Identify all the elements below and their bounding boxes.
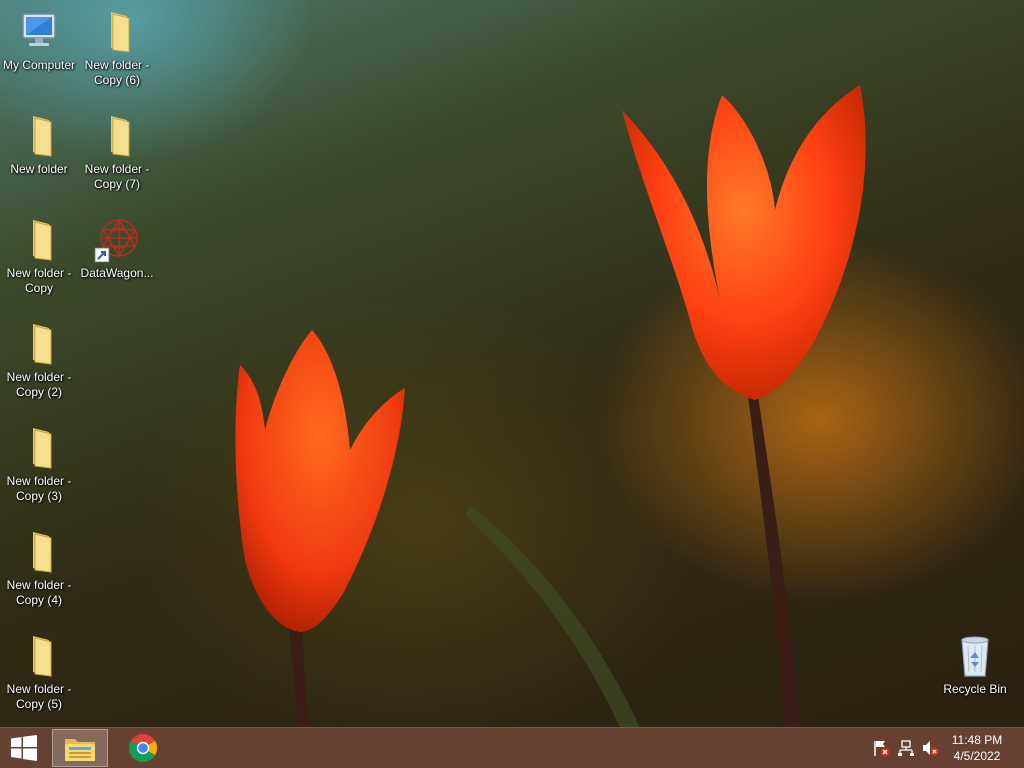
datawagon-shortcut-item[interactable]: DataWagon... [78,216,156,281]
datawagon-icon [94,218,138,263]
clock-date: 4/5/2022 [953,749,1001,763]
folder-copy-2-label: New folder - Copy (2) [6,370,72,399]
folder-icon [33,324,52,365]
folder-copy-7-item[interactable]: New folder - Copy (7) [78,112,156,192]
my-computer-icon-item[interactable]: My Computer [0,8,78,73]
folder-icon [33,220,52,261]
network-icon[interactable] [897,739,915,757]
folder-copy-7-label: New folder - Copy (7) [84,162,150,191]
folder-copy-5-label: New folder - Copy (5) [6,682,72,711]
folder-icon [65,739,95,761]
folder-icon [33,636,52,677]
folder-copy-4-label: New folder - Copy (4) [6,578,72,607]
new-folder-label: New folder [10,162,68,176]
folder-icon [33,428,52,469]
left-tulip [235,330,405,632]
recycle-bin-icon [961,636,989,677]
wallpaper-image [235,85,866,728]
action-center-flag-icon[interactable] [872,739,890,757]
start-button[interactable] [0,729,48,767]
clock-time: 11:48 PM [951,733,1003,747]
folder-copy-5-item[interactable]: New folder - Copy (5) [0,632,78,712]
windows-logo-icon [11,735,37,761]
desktop[interactable]: My Computer New folder - Copy (6) New fo… [0,0,1024,768]
folder-copy-item[interactable]: New folder - Copy [0,216,78,296]
recycle-bin-item[interactable]: Recycle Bin [936,632,1014,697]
file-explorer-taskbar-button[interactable] [52,729,108,767]
folder-icon [33,532,52,573]
folder-copy-2-item[interactable]: New folder - Copy (2) [0,320,78,400]
folder-copy-label: New folder - Copy [6,266,72,295]
folder-copy-3-label: New folder - Copy (3) [6,474,72,503]
folder-icon [111,12,130,53]
datawagon-label: DataWagon... [80,266,154,280]
computer-icon [22,13,56,46]
folder-copy-6-item[interactable]: New folder - Copy (6) [78,8,156,88]
folder-copy-4-item[interactable]: New folder - Copy (4) [0,528,78,608]
system-clock[interactable]: 11:48 PM 4/5/2022 [944,732,1010,764]
folder-icon [33,116,52,157]
taskbar: 11:48 PM 4/5/2022 [0,727,1024,768]
folder-copy-6-label: New folder - Copy (6) [84,58,150,87]
chrome-icon [129,734,157,762]
right-tulip [622,85,866,400]
folder-icon [111,116,130,157]
volume-muted-icon[interactable] [921,739,939,757]
folder-copy-3-item[interactable]: New folder - Copy (3) [0,424,78,504]
new-folder-item[interactable]: New folder [0,112,78,177]
recycle-bin-label: Recycle Bin [943,682,1007,696]
my-computer-label: My Computer [2,58,76,72]
chrome-taskbar-button[interactable] [115,729,171,767]
